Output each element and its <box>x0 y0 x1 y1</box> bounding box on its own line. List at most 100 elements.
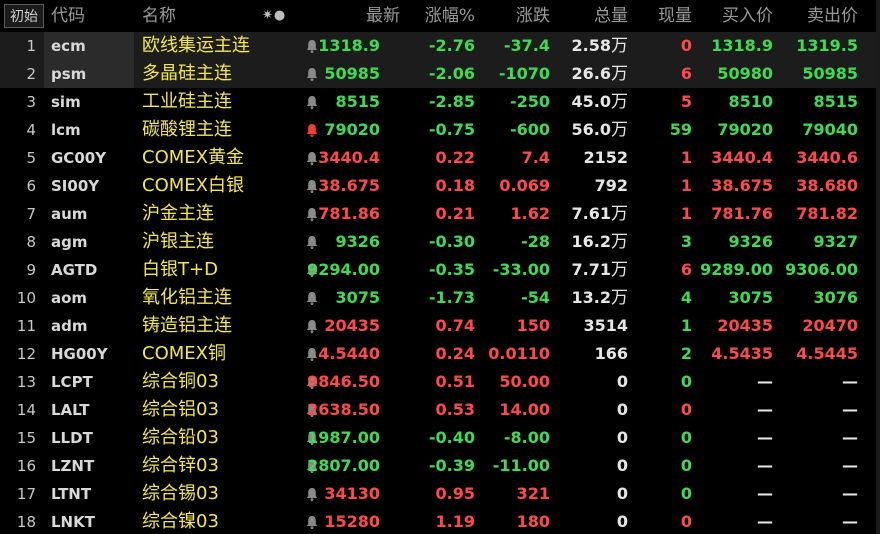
alert-bell-icon[interactable] <box>305 228 321 256</box>
symbol-name[interactable]: 工业硅主连 <box>142 88 232 116</box>
bid-price: 79020 <box>717 120 773 139</box>
total-volume: 26.6万 <box>572 60 628 88</box>
column-header-bid[interactable]: 买入价 <box>722 0 773 32</box>
table-row[interactable]: 14 LALT 综合铝03 2638.50 0.53 14.00 0 0 — — <box>0 396 880 424</box>
table-row[interactable]: 6 SI00Y COMEX白银 38.675 0.18 0.069 792 1 … <box>0 172 880 200</box>
symbol-code[interactable]: adm <box>51 312 88 340</box>
row-index: 8 <box>26 233 36 251</box>
alert-bell-icon[interactable] <box>305 88 321 116</box>
symbol-name[interactable]: 铸造铝主连 <box>142 312 232 340</box>
ask-price: — <box>842 400 858 419</box>
row-index: 6 <box>26 177 36 195</box>
volume-unit: 万 <box>611 92 628 112</box>
scrollbar-track[interactable] <box>876 0 880 534</box>
table-row[interactable]: 5 GC00Y COMEX黄金 3440.4 0.22 7.4 2152 1 3… <box>0 144 880 172</box>
row-index: 10 <box>16 289 36 307</box>
row-index: 9 <box>26 261 36 279</box>
table-row[interactable]: 4 lcm 碳酸锂主连 79020 -0.75 -600 56.0万 59 79… <box>0 116 880 144</box>
symbol-code[interactable]: LCPT <box>51 368 93 396</box>
ask-price: 9327 <box>813 232 858 251</box>
current-volume: 1 <box>680 204 692 223</box>
change-percent: -1.73 <box>428 288 475 307</box>
table-row[interactable]: 15 LLDT 综合铅03 1987.00 -0.40 -8.00 0 0 — … <box>0 424 880 452</box>
ask-price: 20470 <box>802 316 858 335</box>
last-price: 9846.50 <box>307 372 380 391</box>
symbol-code[interactable]: LZNT <box>51 452 94 480</box>
table-row[interactable]: 13 LCPT 综合铜03 9846.50 0.51 50.00 0 0 — — <box>0 368 880 396</box>
symbol-code[interactable]: LTNT <box>51 480 91 508</box>
symbol-code[interactable]: agm <box>51 228 88 256</box>
alert-bell-icon[interactable] <box>305 508 321 534</box>
symbol-code[interactable]: LNKT <box>51 508 95 534</box>
symbol-code[interactable]: AGTD <box>51 256 97 284</box>
column-header-cur[interactable]: 现量 <box>658 0 692 32</box>
symbol-name[interactable]: 沪金主连 <box>142 200 214 228</box>
last-price: 9294.00 <box>307 260 380 279</box>
symbol-code[interactable]: LLDT <box>51 424 93 452</box>
symbol-name[interactable]: 白银T+D <box>142 256 218 284</box>
table-row[interactable]: 8 agm 沪银主连 9326 -0.30 -28 16.2万 3 9326 9… <box>0 228 880 256</box>
symbol-code[interactable]: lcm <box>51 116 81 144</box>
symbol-name[interactable]: COMEX铜 <box>142 340 226 368</box>
symbol-name[interactable]: 综合铝03 <box>142 396 219 424</box>
symbol-name[interactable]: 综合铅03 <box>142 424 219 452</box>
table-row[interactable]: 3 sim 工业硅主连 8515 -2.85 -250 45.0万 5 8510… <box>0 88 880 116</box>
symbol-code[interactable]: ecm <box>51 32 86 60</box>
symbol-code[interactable]: LALT <box>51 396 89 424</box>
column-header-ask[interactable]: 卖出价 <box>807 0 858 32</box>
table-row[interactable]: 10 aom 氧化铝主连 3075 -1.73 -54 13.2万 4 3075… <box>0 284 880 312</box>
alert-bell-icon[interactable] <box>305 284 321 312</box>
ask-price: — <box>842 456 858 475</box>
symbol-code[interactable]: aom <box>51 284 87 312</box>
table-row[interactable]: 16 LZNT 综合锌03 2807.00 -0.39 -11.00 0 0 —… <box>0 452 880 480</box>
column-header-vol[interactable]: 总量 <box>594 0 628 32</box>
last-price: 20435 <box>324 316 380 335</box>
table-row[interactable]: 12 HG00Y COMEX铜 4.5440 0.24 0.0110 166 2… <box>0 340 880 368</box>
symbol-name[interactable]: 欧线集运主连 <box>142 32 250 60</box>
row-index: 16 <box>16 457 36 475</box>
symbol-code[interactable]: SI00Y <box>51 172 99 200</box>
symbol-name[interactable]: 碳酸锂主连 <box>142 116 232 144</box>
symbol-code[interactable]: psm <box>51 60 86 88</box>
table-row[interactable]: 9 AGTD 白银T+D 9294.00 -0.35 -33.00 7.71万 … <box>0 256 880 284</box>
volume-number: 45.0 <box>571 92 611 111</box>
column-settings-icon[interactable]: ✷● <box>262 9 292 23</box>
symbol-name[interactable]: COMEX白银 <box>142 172 244 200</box>
current-volume: 6 <box>680 260 692 279</box>
table-row[interactable]: 7 aum 沪金主连 781.86 0.21 1.62 7.61万 1 781.… <box>0 200 880 228</box>
symbol-code[interactable]: HG00Y <box>51 340 108 368</box>
symbol-code[interactable]: aum <box>51 200 87 228</box>
volume-number: 26.6 <box>571 64 611 83</box>
current-volume: 0 <box>680 456 692 475</box>
column-header-name[interactable]: 名称 <box>142 0 176 32</box>
symbol-code[interactable]: GC00Y <box>51 144 106 172</box>
change-percent: 0.18 <box>435 176 475 195</box>
symbol-name[interactable]: 氧化铝主连 <box>142 284 232 312</box>
table-row[interactable]: 11 adm 铸造铝主连 20435 0.74 150 3514 1 20435… <box>0 312 880 340</box>
alert-bell-icon[interactable] <box>305 312 321 340</box>
row-index: 14 <box>16 401 36 419</box>
symbol-name[interactable]: 多晶硅主连 <box>142 60 232 88</box>
symbol-name[interactable]: COMEX黄金 <box>142 144 244 172</box>
symbol-name[interactable]: 综合锌03 <box>142 452 219 480</box>
column-header-pct[interactable]: 涨幅% <box>425 0 475 32</box>
symbol-name[interactable]: 综合铜03 <box>142 368 219 396</box>
alert-bell-icon[interactable] <box>305 480 321 508</box>
column-header-last[interactable]: 最新 <box>366 0 400 32</box>
table-row[interactable]: 2 psm 多晶硅主连 50985 -2.06 -1070 26.6万 6 50… <box>0 60 880 88</box>
symbol-name[interactable]: 沪银主连 <box>142 228 214 256</box>
table-row[interactable]: 1 ecm 欧线集运主连 1318.9 -2.76 -37.4 2.58万 0 … <box>0 32 880 60</box>
column-header-code[interactable]: 代码 <box>51 0 85 32</box>
table-row[interactable]: 17 LTNT 综合锡03 34130 0.95 321 0 0 — — <box>0 480 880 508</box>
column-header-chg[interactable]: 涨跌 <box>516 0 550 32</box>
volume-number: 13.2 <box>571 288 611 307</box>
change-percent: 0.21 <box>435 204 475 223</box>
symbol-code[interactable]: sim <box>51 88 81 116</box>
total-volume: 0 <box>617 396 628 424</box>
symbol-name[interactable]: 综合镍03 <box>142 508 219 534</box>
table-row[interactable]: 18 LNKT 综合镍03 15280 1.19 180 0 0 — — <box>0 508 880 534</box>
alert-bell-icon[interactable] <box>305 60 321 88</box>
init-button[interactable]: 初始 <box>4 4 44 28</box>
symbol-name[interactable]: 综合锡03 <box>142 480 219 508</box>
alert-bell-icon[interactable] <box>305 116 321 144</box>
